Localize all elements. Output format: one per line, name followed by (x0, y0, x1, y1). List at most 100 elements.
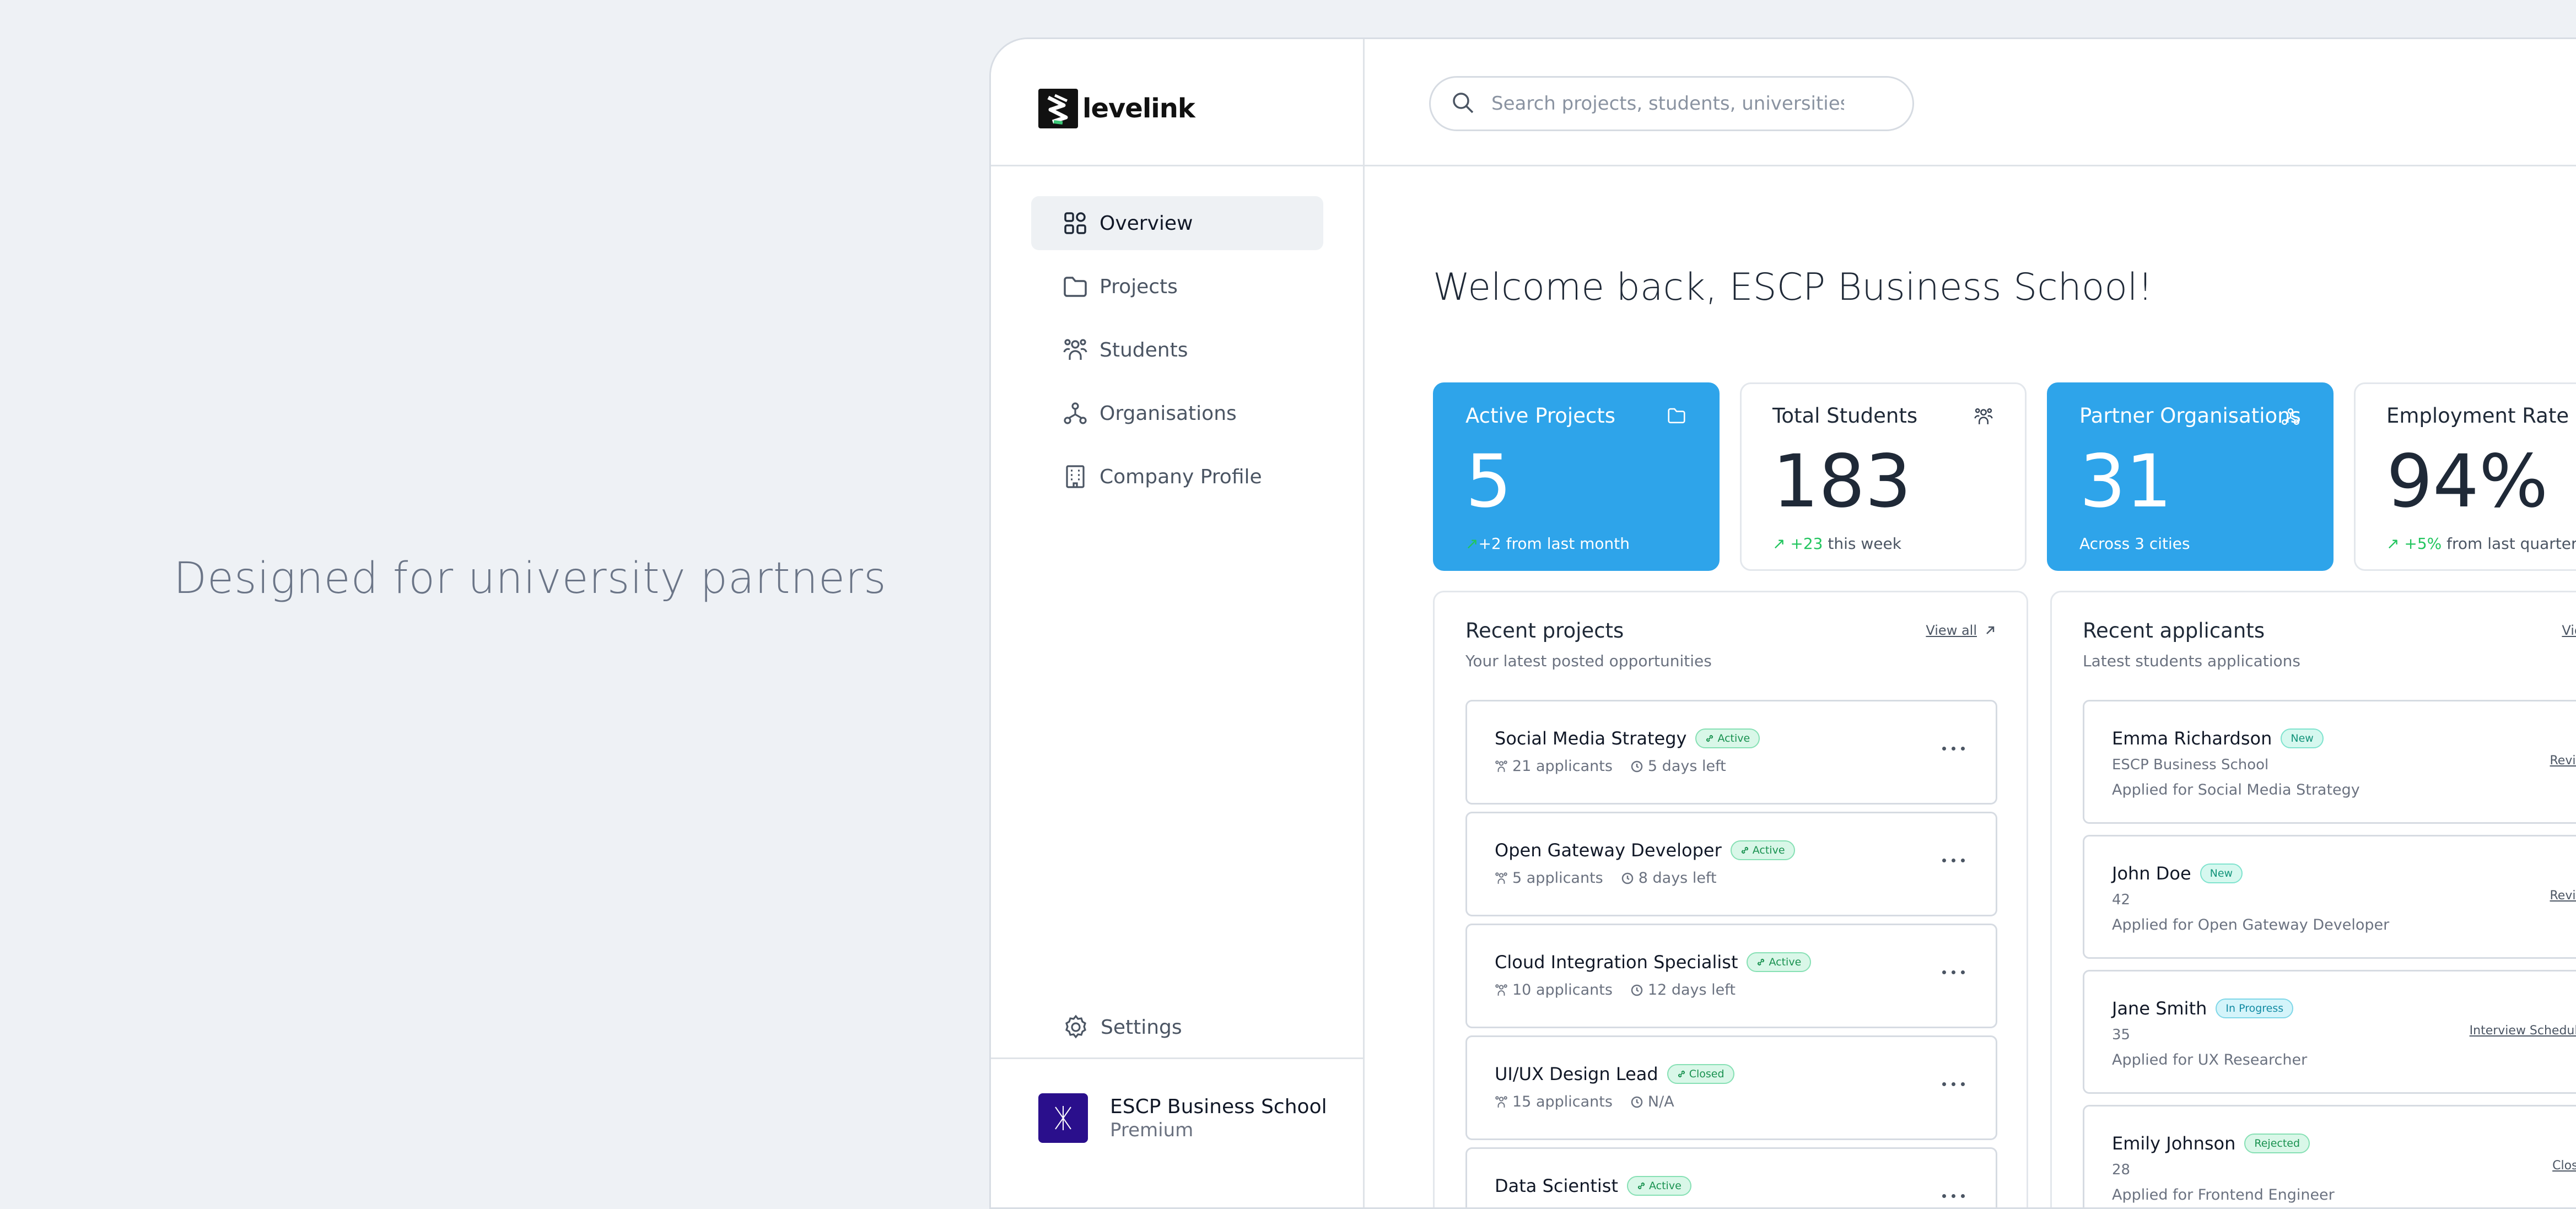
account-name: ESCP Business School (1110, 1095, 1327, 1118)
applicant-applied-for: Applied for Frontend Engineer (2112, 1186, 2335, 1203)
closed-link[interactable]: Closed (2552, 1159, 2576, 1173)
users-icon (1495, 760, 1508, 773)
account-plan: Premium (1110, 1119, 1327, 1141)
sidebar-item-overview[interactable]: Overview (1031, 196, 1323, 250)
stat-card-employment-rate[interactable]: Employment Rate 94% ↗ +5% from last quar… (2354, 382, 2576, 571)
status-badge: Rejected (2244, 1134, 2310, 1153)
stat-value: 5 (1465, 445, 1687, 518)
recent-applicants-panel: Recent applicants Latest students applic… (2050, 591, 2576, 1209)
status-badge: New (2200, 863, 2243, 883)
network-icon (1063, 401, 1087, 425)
link-icon (1637, 1181, 1646, 1190)
applicants-count: 5 applicants (1495, 870, 1603, 887)
stat-card-total-students[interactable]: Total Students 183 ↗ +23 this week (1740, 382, 2027, 571)
project-card[interactable]: Social Media Strategy Active 21 applican… (1465, 700, 1997, 805)
review-link[interactable]: Review (2550, 889, 2576, 903)
folder-icon (1667, 407, 1687, 427)
stat-note: Across 3 cities (2079, 535, 2301, 553)
stat-title: Employment Rate (2386, 404, 2576, 428)
review-link[interactable]: Review (2550, 754, 2576, 768)
view-all-label: View all (2562, 623, 2576, 638)
more-options-icon[interactable] (1937, 970, 1965, 974)
project-card[interactable]: Cloud Integration Specialist Active 10 a… (1465, 924, 1997, 1028)
stat-note: ↗ +5% from last quarter (2386, 535, 2576, 553)
sidebar-item-company-profile[interactable]: Company Profile (1031, 450, 1323, 504)
time-left: N/A (1630, 1093, 1674, 1110)
stat-note: ↗+2 from last month (1465, 535, 1687, 553)
sidebar-item-label: Organisations (1100, 402, 1237, 425)
view-all-applicants-link[interactable]: View all (2562, 623, 2576, 638)
sidebar-nav: Overview Projects Students (1031, 196, 1323, 513)
stat-delta: +5% (2404, 535, 2442, 553)
applicant-card[interactable]: John Doe New 42 Applied for Open Gateway… (2083, 835, 2576, 959)
sidebar-item-students[interactable]: Students (1031, 323, 1323, 377)
sidebar-item-projects[interactable]: Projects (1031, 260, 1323, 314)
applicants-count: 15 applicants (1495, 1093, 1613, 1110)
view-all-projects-link[interactable]: View all (1926, 623, 1996, 638)
sidebar-item-settings[interactable]: Settings (1063, 1014, 1182, 1040)
trend-up-icon: ↗ (2386, 535, 2399, 553)
sidebar: levelink Overview Projects (991, 39, 1365, 1207)
link-icon (1705, 734, 1714, 743)
users-icon (1495, 984, 1508, 997)
stat-delta: +2 (1478, 535, 1501, 553)
interview-scheduled-link[interactable]: Interview Scheduled (2470, 1024, 2576, 1038)
status-badge: Active (1747, 952, 1811, 972)
search-input[interactable] (1490, 92, 1845, 115)
applicant-name: Emma Richardson (2112, 728, 2272, 749)
sidebar-divider (991, 1057, 1363, 1059)
stat-note-text: from last month (1501, 535, 1630, 553)
link-icon (1677, 1070, 1686, 1078)
trend-up-icon: ↗ (1465, 535, 1478, 553)
link-icon (1740, 846, 1749, 855)
settings-label: Settings (1101, 1016, 1182, 1039)
sidebar-item-label: Company Profile (1100, 466, 1262, 488)
sidebar-item-label: Students (1100, 339, 1188, 361)
project-card[interactable]: Open Gateway Developer Active 5 applican… (1465, 812, 1997, 916)
applicant-card[interactable]: Jane Smith In Progress 35 Applied for UX… (2083, 970, 2576, 1094)
more-options-icon[interactable] (1937, 747, 1965, 751)
search-bar[interactable] (1429, 76, 1914, 131)
project-card[interactable]: Data Scientist Active (1465, 1147, 1997, 1209)
brand-logo[interactable]: levelink (1038, 89, 1195, 128)
panel-subtitle: Latest students applications (2083, 652, 2300, 670)
account-switcher[interactable]: ESCP Business School Premium (1038, 1093, 1327, 1143)
network-icon (2281, 407, 2301, 427)
logo-mark-icon (1038, 89, 1078, 128)
link-icon (1756, 958, 1765, 967)
sidebar-divider (991, 165, 1363, 166)
building-icon (1063, 465, 1087, 489)
more-options-icon[interactable] (1937, 1082, 1965, 1086)
stat-card-partner-organisations[interactable]: Partner Organisations 31 Across 3 cities (2047, 382, 2334, 571)
applicant-name: Emily Johnson (2112, 1133, 2235, 1154)
folder-icon (1063, 274, 1087, 299)
stat-card-active-projects[interactable]: Active Projects 5 ↗+2 from last month (1433, 382, 1720, 571)
stat-value: 183 (1772, 445, 1994, 518)
applicant-card[interactable]: Emily Johnson Rejected 28 Applied for Fr… (2083, 1105, 2576, 1209)
applicant-card[interactable]: Emma Richardson New ESCP Business School… (2083, 700, 2576, 824)
users-icon (1063, 338, 1087, 362)
users-icon (1495, 1095, 1508, 1109)
applicant-name: John Doe (2112, 863, 2191, 884)
more-options-icon[interactable] (1937, 859, 1965, 862)
time-left: 12 days left (1630, 981, 1736, 998)
status-badge: Closed (1667, 1064, 1734, 1084)
status-badge: In Progress (2216, 998, 2293, 1018)
sidebar-item-organisations[interactable]: Organisations (1031, 386, 1323, 440)
clock-icon (1630, 760, 1643, 773)
status-badge: Active (1731, 840, 1795, 860)
status-badge: New (2281, 728, 2323, 748)
main-content: Welcome back, ESCP Business School! Acti… (1363, 166, 2576, 1207)
stat-value: 94% (2386, 445, 2576, 518)
clock-icon (1630, 984, 1643, 997)
status-badge: Active (1695, 728, 1760, 748)
applicant-name: Jane Smith (2112, 998, 2207, 1019)
project-card[interactable]: UI/UX Design Lead Closed 15 applicants N… (1465, 1035, 1997, 1140)
applicant-detail: 28 (2112, 1162, 2130, 1178)
stat-title: Total Students (1772, 404, 1994, 428)
project-name: Social Media Strategy (1495, 728, 1686, 749)
time-left: 8 days left (1621, 870, 1717, 887)
more-options-icon[interactable] (1937, 1194, 1965, 1198)
app-window: levelink Overview Projects (989, 37, 2576, 1209)
users-icon (1495, 872, 1508, 885)
